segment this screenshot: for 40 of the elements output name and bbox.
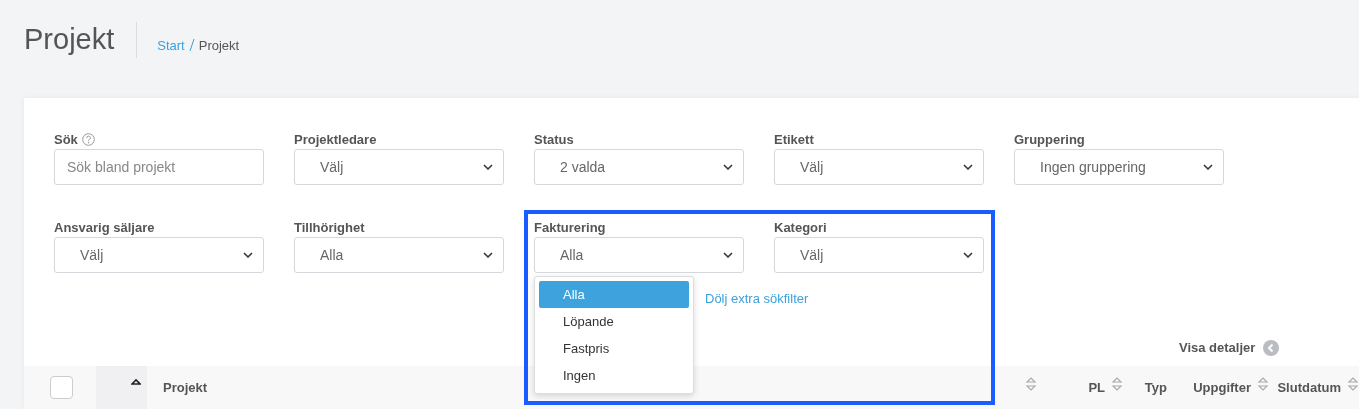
dropdown-option[interactable]: Löpande: [539, 308, 689, 335]
select-field[interactable]: Välj: [774, 237, 984, 273]
field-label: Ansvarig säljare: [54, 218, 155, 237]
column-header: Uppgifter: [1193, 378, 1251, 397]
select-all-checkbox[interactable]: [50, 376, 73, 399]
caret-icon: [483, 164, 493, 170]
details-toggle-label: Visa detaljer: [1179, 339, 1256, 357]
field-label: Etikett: [774, 130, 814, 149]
select-field[interactable]: Välj: [294, 149, 504, 185]
field-label: Kategori: [774, 218, 827, 237]
field-label: Fakturering: [534, 218, 606, 237]
select-field[interactable]: Ingen gruppering: [1014, 149, 1224, 185]
caret-icon: [963, 252, 973, 258]
dropdown-option[interactable]: Fastpris: [539, 335, 689, 362]
caret-icon: [723, 164, 733, 170]
select-field[interactable]: Välj: [774, 149, 984, 185]
select-field[interactable]: Välj: [54, 237, 264, 273]
select-field[interactable]: Alla: [534, 237, 744, 273]
search-field[interactable]: Sök bland projekt: [54, 149, 264, 185]
breadcrumb-separator-icon: [188, 38, 195, 52]
field-label: Projektledare: [294, 130, 377, 149]
field-label: Tillhörighet: [294, 218, 365, 237]
chevron-left-icon: [1263, 339, 1280, 356]
caret-icon: [483, 252, 493, 258]
field-label: Sök: [54, 130, 78, 149]
column-header: PL: [1088, 378, 1105, 397]
caret-icon: [723, 252, 733, 258]
column-header: Projekt: [163, 378, 208, 397]
breadcrumb-current: Projekt: [198, 37, 240, 55]
column-header: Typ: [1144, 378, 1167, 397]
select-field[interactable]: 2 valda: [534, 149, 744, 185]
page-title: Projekt: [24, 22, 138, 58]
caret-icon: [1203, 164, 1213, 170]
caret-icon: [243, 252, 253, 258]
caret-icon: [963, 164, 973, 170]
field-label: Status: [534, 130, 574, 149]
dropdown-option[interactable]: Ingen: [539, 362, 689, 389]
field-label: Gruppering: [1014, 130, 1085, 149]
select-field[interactable]: Alla: [294, 237, 504, 273]
column-header: Slutdatum: [1277, 378, 1341, 397]
